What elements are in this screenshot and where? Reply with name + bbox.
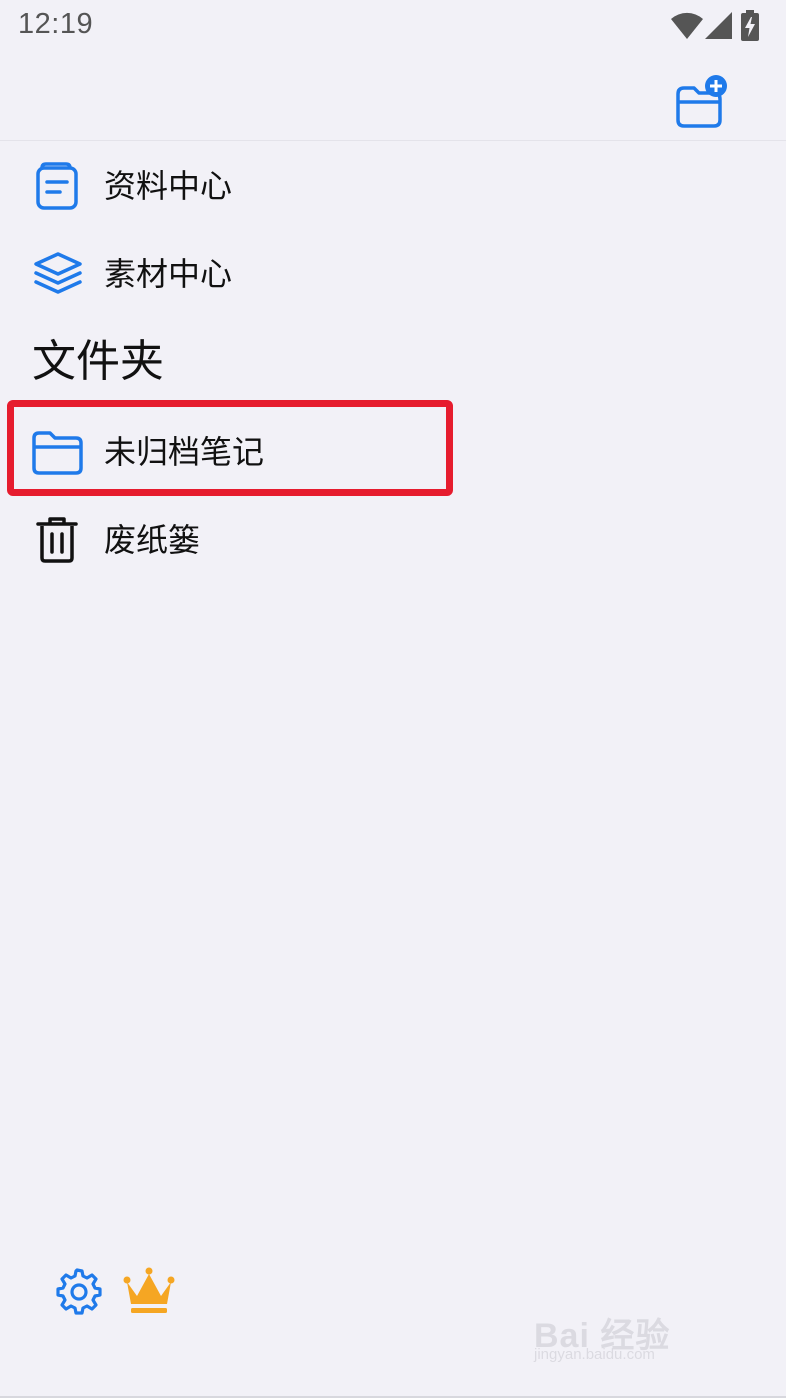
folder-item-label: 废纸篓 bbox=[104, 521, 201, 559]
settings-button[interactable] bbox=[52, 1266, 102, 1316]
menu-item-resource-center[interactable]: 资料中心 bbox=[0, 142, 786, 230]
gear-icon bbox=[56, 1268, 102, 1315]
folder-item-unfiled-notes[interactable]: 未归档笔记 bbox=[0, 408, 786, 496]
folder-plus-icon bbox=[676, 75, 727, 128]
watermark-sub: jingyan.baidu.com bbox=[534, 1346, 655, 1363]
folder-item-label: 未归档笔记 bbox=[104, 433, 265, 471]
menu-item-label: 资料中心 bbox=[104, 167, 233, 205]
cell-signal-icon bbox=[705, 12, 732, 39]
document-icon bbox=[30, 162, 86, 210]
new-folder-button[interactable] bbox=[670, 72, 730, 130]
crown-icon bbox=[123, 1267, 175, 1313]
layers-icon bbox=[30, 250, 86, 298]
wifi-icon bbox=[671, 12, 703, 40]
menu-item-label: 素材中心 bbox=[104, 255, 233, 293]
premium-button[interactable] bbox=[122, 1266, 176, 1316]
status-bar: 12:19 bbox=[0, 0, 786, 56]
top-bar bbox=[0, 56, 786, 141]
folder-icon bbox=[30, 428, 86, 476]
status-time: 12:19 bbox=[18, 8, 94, 40]
trash-icon bbox=[30, 516, 86, 564]
menu-item-material-center[interactable]: 素材中心 bbox=[0, 230, 786, 318]
watermark: Bai 经验 jingyan.baidu.com bbox=[534, 1304, 744, 1368]
folders-section-title: 文件夹 bbox=[32, 336, 164, 387]
battery-charging-icon bbox=[741, 10, 759, 41]
folder-item-trash[interactable]: 废纸篓 bbox=[0, 496, 786, 584]
